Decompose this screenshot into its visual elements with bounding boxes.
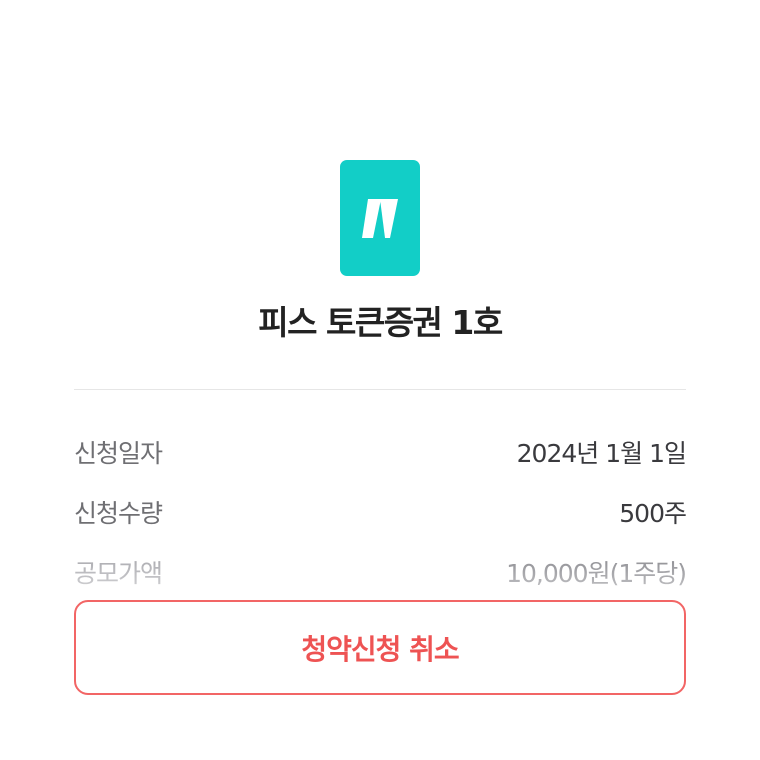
detail-value: 500주 bbox=[619, 499, 687, 528]
detail-row-quantity: 신청수량 500주 bbox=[74, 492, 687, 532]
product-title: 피스 토큰증권 1호 bbox=[258, 303, 503, 342]
brand-logo-icon bbox=[340, 160, 420, 276]
detail-label: 신청일자 bbox=[74, 439, 163, 468]
detail-value: 10,000원(1주당) bbox=[506, 559, 687, 588]
subscription-detail-page: 피스 토큰증권 1호 신청일자 2024년 1월 1일 신청수량 500주 공모… bbox=[0, 0, 760, 760]
detail-value: 2024년 1월 1일 bbox=[516, 439, 687, 468]
detail-row-offering-price: 공모가액 10,000원(1주당) bbox=[74, 552, 687, 592]
detail-label: 공모가액 bbox=[74, 559, 163, 588]
detail-row-application-date: 신청일자 2024년 1월 1일 bbox=[74, 432, 687, 472]
divider bbox=[74, 389, 686, 390]
detail-label: 신청수량 bbox=[74, 499, 163, 528]
cancel-subscription-button[interactable]: 청약신청 취소 bbox=[74, 600, 686, 695]
